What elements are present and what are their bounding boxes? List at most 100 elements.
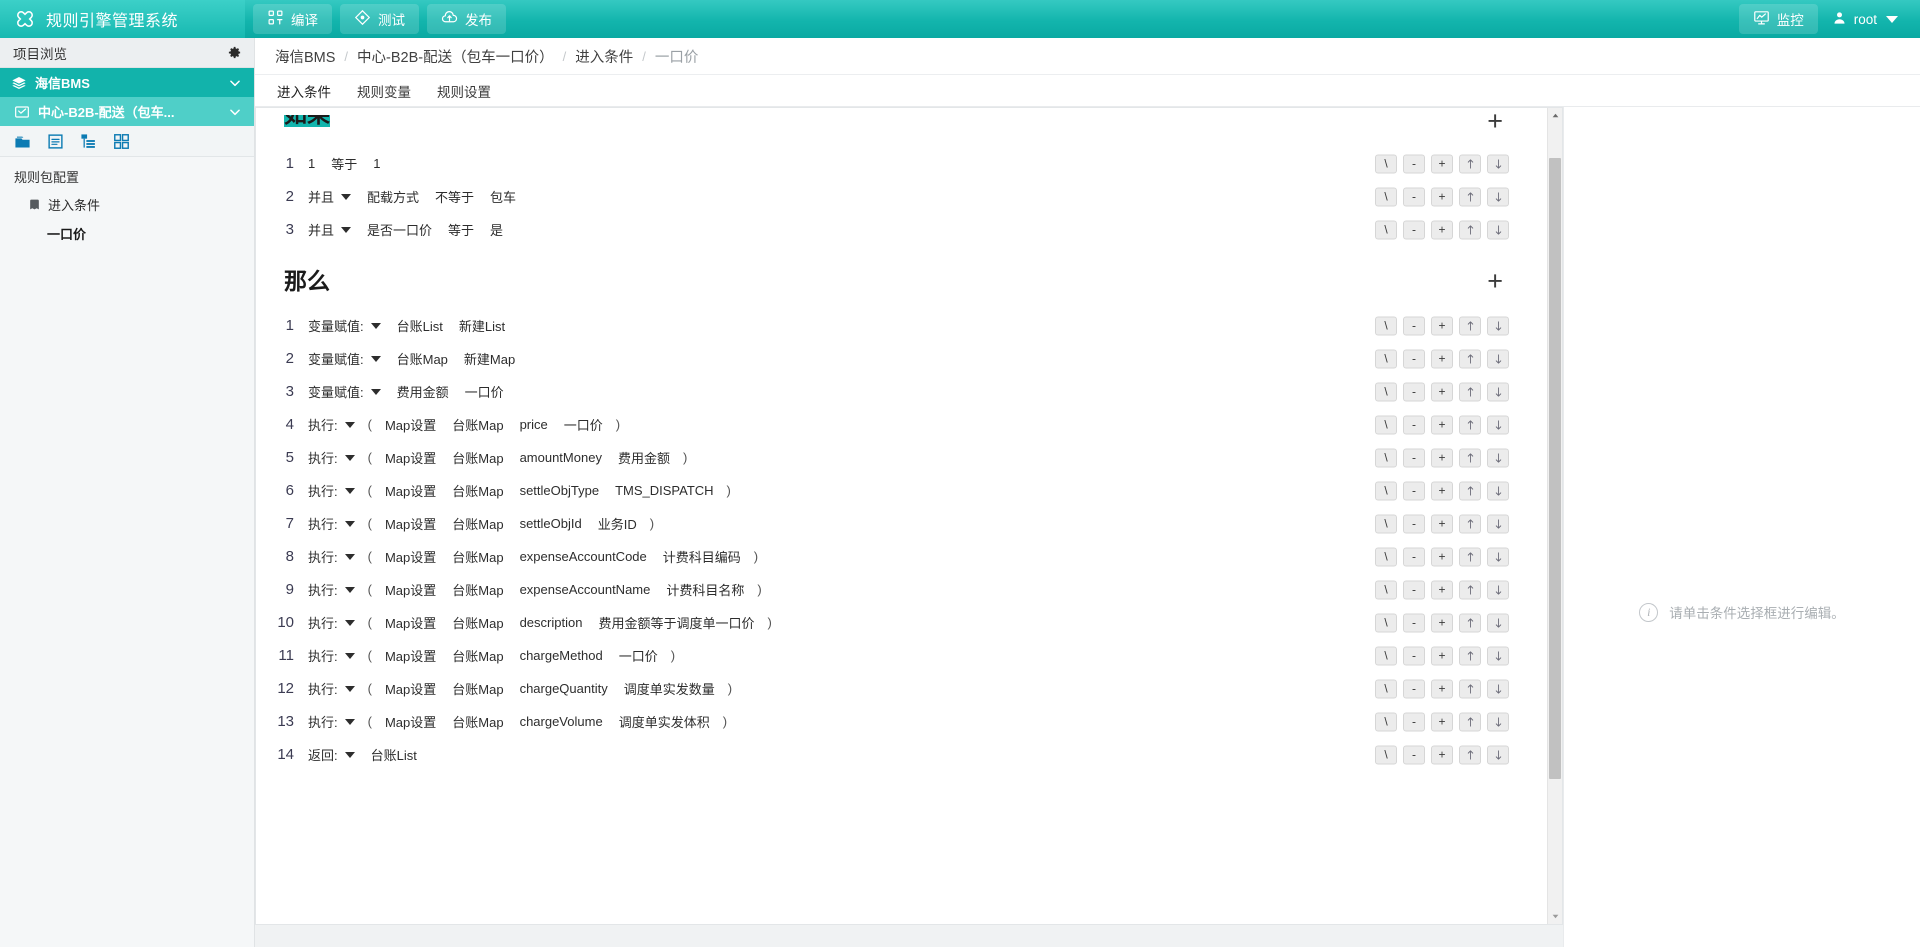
move-up-button[interactable] — [1459, 580, 1481, 599]
chevron-down-icon[interactable] — [228, 76, 242, 90]
rule-field-value[interactable]: 新建List — [451, 313, 513, 338]
move-down-button[interactable] — [1487, 580, 1509, 599]
tree-outline-icon[interactable] — [80, 133, 97, 150]
move-up-button[interactable] — [1459, 712, 1481, 731]
scrollbar-thumb[interactable] — [1549, 158, 1561, 780]
grid-icon[interactable] — [113, 133, 130, 150]
add-if-row-button[interactable]: + — [1487, 108, 1503, 135]
add-row-button[interactable]: + — [1431, 316, 1453, 335]
add-row-button[interactable]: + — [1431, 349, 1453, 368]
branch-button[interactable]: \ — [1375, 448, 1397, 467]
rule-field-dropdown[interactable]: 执行: — [300, 478, 363, 503]
remove-row-button[interactable]: - — [1403, 448, 1425, 467]
move-down-button[interactable] — [1487, 613, 1509, 632]
branch-button[interactable]: \ — [1375, 745, 1397, 764]
rule-field-dropdown[interactable]: 执行: — [300, 577, 363, 602]
move-down-button[interactable] — [1487, 547, 1509, 566]
rule-field-dropdown[interactable]: 执行: — [300, 610, 363, 635]
rule-field-value[interactable]: Map设置 — [377, 709, 444, 734]
branch-button[interactable]: \ — [1375, 646, 1397, 665]
chevron-down-icon[interactable] — [228, 105, 242, 119]
rule-field-value[interactable]: 等于 — [323, 151, 365, 176]
branch-button[interactable]: \ — [1375, 613, 1397, 632]
move-up-button[interactable] — [1459, 613, 1481, 632]
move-down-button[interactable] — [1487, 154, 1509, 173]
rule-field-dropdown[interactable]: 并且 — [300, 184, 359, 209]
move-down-button[interactable] — [1487, 187, 1509, 206]
rule-field-value[interactable]: 一口价 — [556, 412, 611, 437]
rule-field-value[interactable]: 新建Map — [456, 346, 523, 371]
rule-field-value[interactable]: 台账List — [389, 313, 451, 338]
rule-field-value[interactable]: 台账Map — [444, 643, 511, 668]
scroll-down-arrow-icon[interactable] — [1548, 909, 1562, 924]
add-row-button[interactable]: + — [1431, 187, 1453, 206]
branch-button[interactable]: \ — [1375, 712, 1397, 731]
rule-field-value[interactable]: chargeVolume — [512, 711, 611, 732]
rule-field-value[interactable]: Map设置 — [377, 676, 444, 701]
remove-row-button[interactable]: - — [1403, 349, 1425, 368]
add-row-button[interactable]: + — [1431, 547, 1453, 566]
rule-field-dropdown[interactable]: 执行: — [300, 445, 363, 470]
rule-field-value[interactable]: expenseAccountName — [512, 579, 659, 600]
editor-vertical-scrollbar[interactable] — [1547, 108, 1562, 924]
branch-button[interactable]: \ — [1375, 679, 1397, 698]
remove-row-button[interactable]: - — [1403, 514, 1425, 533]
move-up-button[interactable] — [1459, 646, 1481, 665]
add-row-button[interactable]: + — [1431, 154, 1453, 173]
branch-button[interactable]: \ — [1375, 547, 1397, 566]
move-up-button[interactable] — [1459, 220, 1481, 239]
add-then-row-button[interactable]: + — [1487, 268, 1503, 295]
branch-button[interactable]: \ — [1375, 154, 1397, 173]
rule-field-value[interactable]: 调度单实发体积 — [611, 709, 718, 734]
move-up-button[interactable] — [1459, 316, 1481, 335]
rule-field-value[interactable]: 费用金额等于调度单一口价 — [590, 610, 762, 635]
tab-rule-settings[interactable]: 规则设置 — [437, 81, 491, 101]
move-down-button[interactable] — [1487, 316, 1509, 335]
rule-field-value[interactable]: 台账Map — [444, 478, 511, 503]
rule-field-value[interactable]: 配载方式 — [359, 184, 427, 209]
move-up-button[interactable] — [1459, 679, 1481, 698]
tab-rule-variables[interactable]: 规则变量 — [357, 81, 411, 101]
scroll-up-arrow-icon[interactable] — [1548, 108, 1562, 123]
rule-field-value[interactable]: Map设置 — [377, 577, 444, 602]
rule-field-value[interactable]: chargeMethod — [512, 645, 611, 666]
remove-row-button[interactable]: - — [1403, 646, 1425, 665]
remove-row-button[interactable]: - — [1403, 187, 1425, 206]
branch-button[interactable]: \ — [1375, 580, 1397, 599]
rule-field-value[interactable]: 不等于 — [427, 184, 482, 209]
add-row-button[interactable]: + — [1431, 415, 1453, 434]
move-up-button[interactable] — [1459, 187, 1481, 206]
folder-icon[interactable] — [14, 133, 31, 150]
branch-button[interactable]: \ — [1375, 481, 1397, 500]
rule-field-value[interactable]: amountMoney — [512, 447, 610, 468]
rule-field-dropdown[interactable]: 执行: — [300, 412, 363, 437]
test-button[interactable]: 测试 — [340, 4, 419, 34]
branch-button[interactable]: \ — [1375, 514, 1397, 533]
user-menu[interactable]: root — [1828, 10, 1902, 29]
add-row-button[interactable]: + — [1431, 382, 1453, 401]
remove-row-button[interactable]: - — [1403, 220, 1425, 239]
rule-field-value[interactable]: Map设置 — [377, 445, 444, 470]
rule-field-value[interactable]: 台账Map — [389, 346, 456, 371]
move-up-button[interactable] — [1459, 349, 1481, 368]
branch-button[interactable]: \ — [1375, 187, 1397, 206]
rule-field-dropdown[interactable]: 返回: — [300, 742, 363, 767]
branch-button[interactable]: \ — [1375, 382, 1397, 401]
rule-field-value[interactable]: 包车 — [482, 184, 524, 209]
move-down-button[interactable] — [1487, 481, 1509, 500]
add-row-button[interactable]: + — [1431, 646, 1453, 665]
add-row-button[interactable]: + — [1431, 220, 1453, 239]
rule-field-value[interactable]: Map设置 — [377, 643, 444, 668]
rule-field-value[interactable]: 台账Map — [444, 676, 511, 701]
remove-row-button[interactable]: - — [1403, 547, 1425, 566]
breadcrumb-item-1[interactable]: 中心-B2B-配送（包车一口价） — [357, 46, 554, 67]
rule-field-value[interactable]: 调度单实发数量 — [616, 676, 723, 701]
move-up-button[interactable] — [1459, 481, 1481, 500]
rule-field-dropdown[interactable]: 变量赋值: — [300, 313, 389, 338]
publish-button[interactable]: 发布 — [427, 4, 506, 34]
move-down-button[interactable] — [1487, 712, 1509, 731]
move-down-button[interactable] — [1487, 415, 1509, 434]
add-row-button[interactable]: + — [1431, 481, 1453, 500]
move-up-button[interactable] — [1459, 547, 1481, 566]
move-down-button[interactable] — [1487, 646, 1509, 665]
